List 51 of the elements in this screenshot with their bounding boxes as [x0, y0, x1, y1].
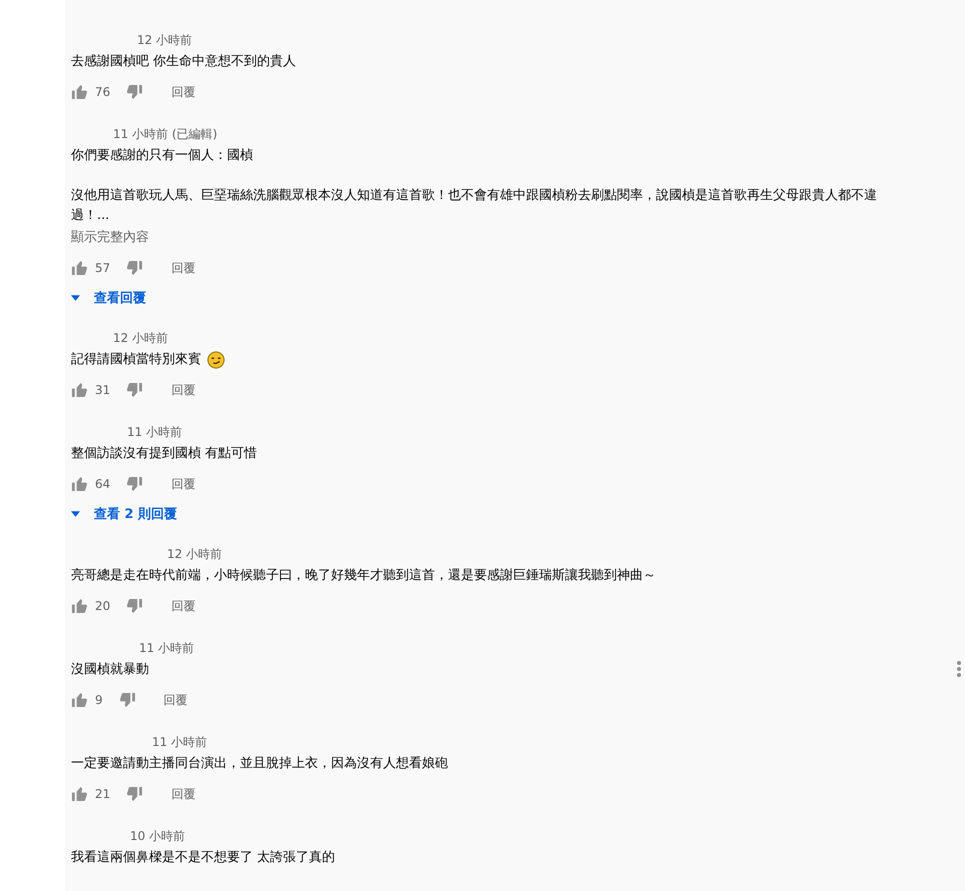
reply-button[interactable]: 回覆 — [164, 692, 188, 708]
comment-time: 12 小時前 — [137, 32, 192, 48]
thumbs-up-icon[interactable] — [71, 692, 88, 708]
like-count: 31 — [95, 383, 110, 397]
comment-time: 11 小時前 — [139, 640, 194, 656]
thumbs-up-icon[interactable] — [71, 84, 88, 100]
comment-time: 12 小時前 — [113, 330, 168, 346]
comment-text: 你們要感謝的只有一個人：國楨 — [71, 147, 253, 165]
reply-button[interactable]: 回覆 — [171, 598, 196, 614]
thumbs-up-icon[interactable] — [71, 260, 88, 276]
thumbs-up-icon[interactable] — [71, 598, 88, 614]
reply-button[interactable]: 回覆 — [171, 84, 196, 100]
comment-text: 記得請國楨當特別來賓 — [71, 351, 201, 369]
comment-text: 去感謝國楨吧 你生命中意想不到的貴人 — [71, 53, 296, 71]
comment-text: 沒國楨就暴動 — [71, 661, 149, 679]
caret-down-icon[interactable] — [71, 511, 80, 517]
like-count: 21 — [95, 787, 110, 801]
like-count: 57 — [95, 261, 110, 275]
comment-time: 10 小時前 — [130, 828, 186, 844]
comment-text: 整個訪談沒有提到國楨 有點可惜 — [71, 445, 258, 463]
reply-button[interactable]: 回覆 — [171, 382, 196, 398]
comment-time: 11 小時前 — [127, 424, 182, 440]
thumbs-up-icon[interactable] — [71, 786, 88, 802]
comment-text: 我看這兩個鼻樑是不是不想要了 太誇張了真的 — [71, 849, 336, 867]
thumbs-down-icon[interactable] — [126, 598, 144, 614]
thumbs-down-icon[interactable] — [126, 84, 144, 100]
comment-text: 一定要邀請動主播同台演出，並且脫掉上衣，因為沒有人想看娘砲 — [71, 755, 448, 773]
thumbs-down-icon[interactable] — [126, 476, 144, 492]
thumbs-down-icon[interactable] — [126, 786, 144, 802]
like-count: 20 — [95, 599, 110, 613]
view-replies-link[interactable]: 查看回覆 — [94, 289, 146, 307]
comment-time: 11 小時前 (已編輯) — [113, 126, 218, 142]
reply-button[interactable]: 回覆 — [171, 476, 196, 492]
reply-button[interactable]: 回覆 — [171, 260, 196, 276]
more-menu-icon[interactable] — [956, 660, 962, 678]
comment-time: 12 小時前 — [167, 546, 222, 562]
view-replies-link[interactable]: 查看 2 則回覆 — [94, 505, 178, 523]
like-count: 64 — [95, 477, 110, 491]
like-count: 76 — [95, 85, 110, 99]
comment-text: 亮哥總是走在時代前端，小時候聽子曰，晚了好幾年才聽到這首，還是要感謝巨錘瑞斯讓我聽到神曲～ — [71, 567, 656, 585]
thumbs-up-icon[interactable] — [71, 382, 88, 398]
thumbs-down-icon[interactable] — [118, 692, 136, 708]
reply-button[interactable]: 回覆 — [171, 786, 196, 802]
show-more-link[interactable]: 顯示完整內容 — [71, 228, 149, 248]
thumbs-down-icon[interactable] — [126, 260, 144, 276]
thumbs-down-icon[interactable] — [126, 382, 144, 398]
comment-text: 沒他用這首歌玩人馬、巨堊瑞絲洗腦觀眾根本沒人知道有這首歌！也不會有雄中跟國楨粉去刷點閱率，說國楨是這首歌再生父母跟貴人都不違過！... — [71, 187, 878, 225]
caret-down-icon[interactable] — [71, 295, 80, 301]
like-count: 9 — [95, 693, 103, 707]
comment-time: 11 小時前 — [152, 734, 208, 750]
thumbs-up-icon[interactable] — [71, 476, 88, 492]
